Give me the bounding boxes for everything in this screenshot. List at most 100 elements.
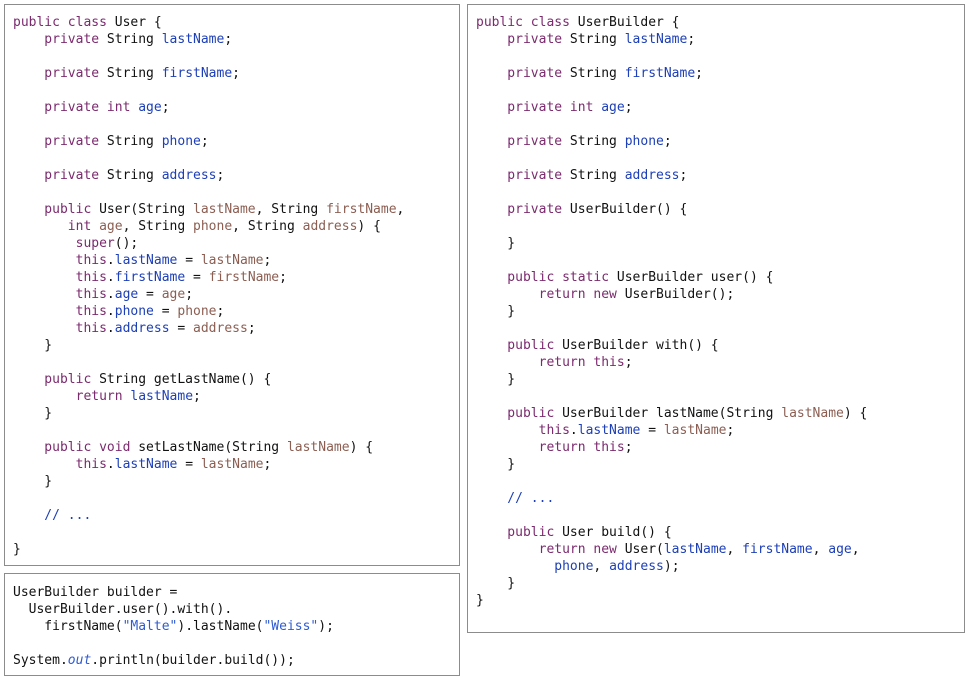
code-token: lastName [286, 440, 350, 455]
code-token: } [476, 236, 516, 251]
code-line: public String getLastName() { [13, 372, 271, 388]
code-token: age [601, 100, 625, 115]
code-token: public static [476, 270, 617, 285]
code-token: lastName [577, 423, 641, 438]
code-token: , [851, 542, 860, 557]
code-token: setLastName(String [138, 440, 287, 455]
code-token: private int [476, 100, 602, 115]
code-token: UserBuilder.user().with(). [13, 602, 233, 617]
code-token: } [476, 372, 516, 387]
code-line: return this; [476, 355, 633, 371]
userbuilder-class-code-panel: public class UserBuilder { private Strin… [467, 4, 965, 633]
code-line: public User build() { [476, 525, 672, 541]
code-token: String [569, 134, 625, 149]
code-token: = [185, 270, 209, 285]
code-line: return new UserBuilder(); [476, 287, 735, 303]
code-token: ; [161, 100, 170, 115]
code-token: lastName [114, 253, 178, 268]
code-token: ; [695, 66, 703, 81]
code-token: firstName [114, 270, 186, 285]
code-line: } [13, 542, 21, 558]
code-token: ) { [349, 440, 374, 455]
code-line: } [476, 576, 515, 592]
code-line: private String firstName; [13, 66, 240, 82]
code-token: lastName [663, 542, 727, 557]
code-token: address [609, 559, 664, 574]
code-token: ) { [843, 406, 868, 421]
code-token: , [812, 542, 829, 557]
code-token: public [13, 202, 100, 217]
code-token: String [106, 134, 162, 149]
code-token: lastName [663, 423, 727, 438]
code-token: this [13, 321, 107, 336]
code-line: } [476, 457, 515, 473]
code-token: age [114, 287, 139, 302]
code-token: . [106, 270, 115, 285]
code-token: // ... [476, 491, 555, 506]
code-token: phone [161, 134, 201, 149]
code-token: String getLastName() { [99, 372, 272, 387]
code-token: User { [114, 15, 162, 30]
code-line: phone, address); [476, 559, 680, 575]
code-token: ; [263, 457, 272, 472]
code-line: public class User { [13, 15, 162, 31]
code-token: = [138, 287, 162, 302]
code-token: phone [114, 304, 154, 319]
code-token: } [13, 474, 53, 489]
code-line: System.out.println(builder.build()); [13, 653, 295, 669]
code-token: address [302, 219, 358, 234]
code-token: , [726, 542, 743, 557]
code-token: public [476, 338, 563, 353]
code-token: , String [122, 219, 194, 234]
code-line: public User(String lastName, String firs… [13, 202, 404, 218]
code-token: age [828, 542, 852, 557]
code-token: address [624, 168, 680, 183]
code-token: public [476, 525, 563, 540]
code-token: age [161, 287, 186, 302]
code-token: public void [13, 440, 139, 455]
code-line: public void setLastName(String lastName)… [13, 440, 373, 456]
code-token: private int [13, 100, 139, 115]
code-token: private [476, 168, 570, 183]
code-token: User( [624, 542, 664, 557]
code-line: private String phone; [476, 134, 672, 150]
code-token: String [106, 66, 162, 81]
code-line: UserBuilder.user().with(). [13, 602, 233, 618]
code-line: } [13, 406, 52, 422]
code-line: int age, String phone, String address) { [13, 219, 381, 235]
code-token: address [114, 321, 170, 336]
code-token: phone [193, 219, 233, 234]
code-token: . [106, 321, 115, 336]
user-class-code-panel: public class User { private String lastN… [4, 4, 460, 566]
code-token: UserBuilder builder = [13, 585, 178, 600]
code-line: } [476, 304, 515, 320]
code-token: UserBuilder() { [569, 202, 688, 217]
code-token: UserBuilder(); [624, 287, 735, 302]
code-token: User build() { [562, 525, 672, 540]
code-token: ); [663, 559, 680, 574]
code-line: this.firstName = firstName; [13, 270, 287, 286]
code-token: ; [663, 134, 672, 149]
code-line: } [476, 236, 515, 252]
code-token: ) { [357, 219, 381, 234]
code-token: lastName [781, 406, 844, 421]
code-token: age [99, 219, 123, 234]
code-line: public static UserBuilder user() { [476, 270, 773, 286]
builder-usage-code-panel: UserBuilder builder = UserBuilder.user()… [4, 573, 460, 676]
code-token: } [13, 406, 53, 421]
code-token: return new [476, 542, 625, 557]
code-token: ; [687, 32, 696, 47]
code-token: String [569, 66, 625, 81]
code-token: firstName [326, 202, 397, 217]
code-token: UserBuilder with() { [562, 338, 719, 353]
code-token: ; [624, 355, 633, 370]
code-token: lastName [193, 202, 256, 217]
code-token: int [13, 219, 100, 234]
code-token: ).lastName( [177, 619, 264, 634]
code-token: String [106, 32, 162, 47]
code-token: return new [476, 287, 625, 302]
code-token: UserBuilder { [577, 15, 680, 30]
code-line: private String phone; [13, 134, 208, 150]
code-token: } [476, 593, 484, 608]
